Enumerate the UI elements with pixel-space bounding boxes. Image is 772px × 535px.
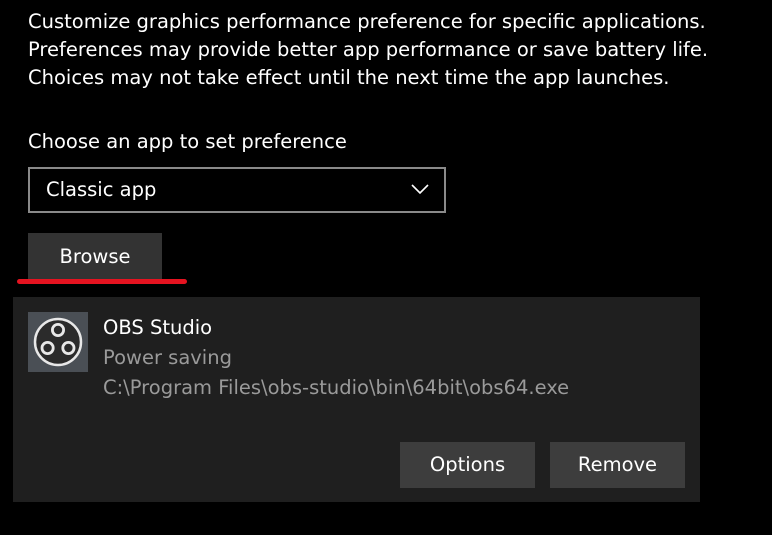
remove-button[interactable]: Remove [550,442,685,488]
description-text: Customize graphics performance preferenc… [28,8,708,92]
highlight-underline [17,279,187,284]
chevron-down-icon [411,184,429,195]
app-type-selected-value: Classic app [46,178,157,201]
description-line: Customize graphics performance preferenc… [28,10,706,33]
app-type-dropdown[interactable]: Classic app [28,167,446,213]
app-list-item[interactable]: OBS Studio Power saving C:\Program Files… [13,297,700,502]
options-button[interactable]: Options [400,442,535,488]
description-line: Choices may not take effect until the ne… [28,66,670,89]
app-name: OBS Studio [103,316,213,339]
obs-studio-icon [28,312,88,372]
graphics-settings-page: Customize graphics performance preferenc… [0,0,772,535]
app-preference: Power saving [103,346,232,369]
app-path: C:\Program Files\obs-studio\bin\64bit\ob… [103,376,570,399]
browse-button[interactable]: Browse [28,233,162,281]
choose-app-label: Choose an app to set preference [28,130,347,153]
description-line: Preferences may provide better app perfo… [28,38,709,61]
